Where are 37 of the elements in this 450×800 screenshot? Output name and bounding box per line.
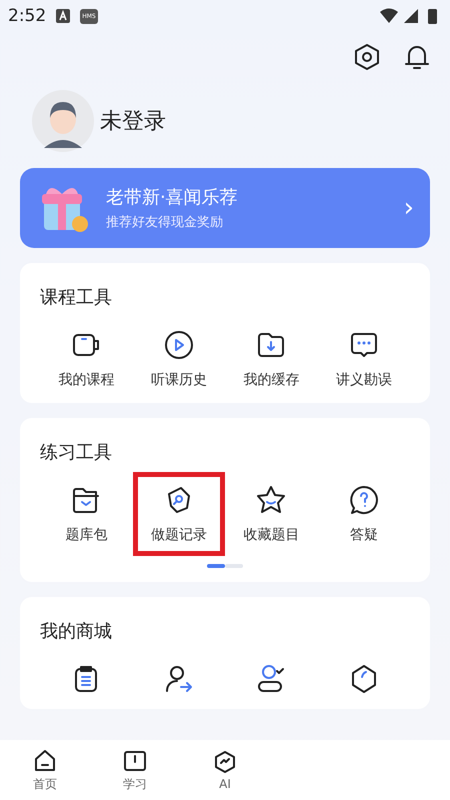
question-icon xyxy=(348,484,380,516)
nav-tab[interactable]: 首页 xyxy=(0,740,90,800)
tool-label: 答疑 xyxy=(350,526,378,544)
ai-icon xyxy=(212,749,238,775)
tool-item[interactable]: 听课历史 xyxy=(132,317,225,401)
tool-label: 我的课程 xyxy=(58,371,114,389)
tool-item[interactable]: 答疑 xyxy=(318,472,410,556)
keyboard-icon xyxy=(56,9,70,23)
tool-item[interactable]: 收藏题目 xyxy=(225,472,318,556)
settings-icon[interactable] xyxy=(352,42,382,72)
banner-title: 老带新·喜闻乐荐 xyxy=(106,186,239,209)
tool-item[interactable]: 我的课程 xyxy=(40,317,132,401)
status-icons xyxy=(380,7,438,25)
tool-label: 我的缓存 xyxy=(243,371,300,389)
section-title: 练习工具 xyxy=(40,441,113,464)
tool-item[interactable]: 我的缓存 xyxy=(225,317,318,401)
tool-label: 讲义勘误 xyxy=(336,371,392,389)
banner-subtitle: 推荐好友得现金奖励 xyxy=(106,214,224,231)
tool-label: 题库包 xyxy=(65,526,108,544)
nav-tab[interactable]: AI xyxy=(180,740,270,800)
page-indicator[interactable] xyxy=(207,564,225,568)
play-icon xyxy=(162,329,195,361)
star-icon xyxy=(255,484,288,516)
tool-item[interactable]: 讲义勘误 xyxy=(318,317,410,401)
avatar[interactable] xyxy=(32,90,94,152)
chevron-icon: › xyxy=(404,193,414,223)
tool-label: 做题记录 xyxy=(150,526,207,544)
tool-label: 听课历史 xyxy=(150,371,207,389)
section-title: 我的商城 xyxy=(40,620,113,643)
section-title: 课程工具 xyxy=(40,286,113,309)
tool-item[interactable]: 做题记录 xyxy=(132,472,225,556)
tool-item[interactable]: 题库包 xyxy=(40,472,132,556)
status-time: 2:52 xyxy=(8,6,46,26)
login-status[interactable]: 未登录 xyxy=(100,106,166,136)
home-icon xyxy=(32,748,58,774)
nav-tab[interactable]: 学习 xyxy=(90,740,180,800)
tool-label: 收藏题目 xyxy=(243,526,300,544)
